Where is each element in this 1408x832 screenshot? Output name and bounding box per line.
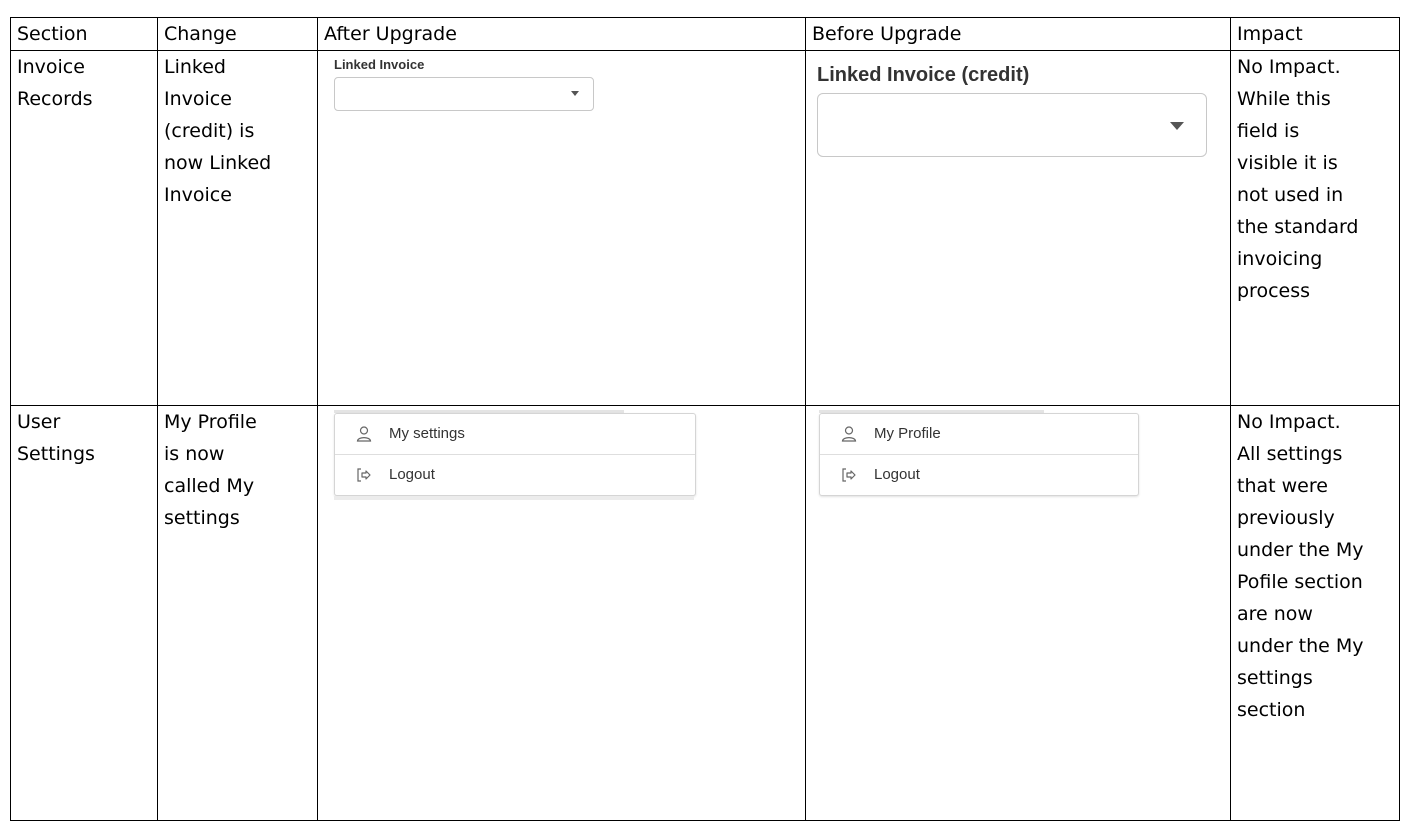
menu-item-my-settings[interactable]: My settings (335, 414, 695, 454)
table-row: Invoice Records Linked Invoice (credit) … (10, 50, 1400, 406)
menu-item-logout[interactable]: Logout (335, 454, 695, 495)
before-linked-invoice-screenshot: Linked Invoice (credit) (812, 63, 1224, 157)
impact-text: No Impact. While this field is visible i… (1237, 56, 1359, 302)
caret-down-icon (1170, 122, 1184, 130)
upgrade-changes-table: Section Change After Upgrade Before Upgr… (10, 17, 1400, 821)
row-before-upgrade: My Profile Logout (805, 405, 1231, 821)
row-change: My Profile is now called My settings (157, 405, 318, 821)
logout-icon (357, 468, 371, 482)
section-text: Invoice Records (17, 56, 93, 110)
linked-invoice-label: Linked Invoice (334, 57, 425, 72)
menu-item-logout[interactable]: Logout (820, 454, 1138, 495)
row-change: Linked Invoice (credit) is now Linked In… (157, 50, 318, 406)
header-row: Section Change After Upgrade Before Upgr… (10, 17, 1400, 51)
row-impact: No Impact. All settings that were previo… (1230, 405, 1400, 821)
section-text: User Settings (17, 411, 95, 465)
caret-down-icon (571, 91, 579, 96)
after-linked-invoice-screenshot: Linked Invoice (334, 57, 799, 111)
header-before-upgrade: Before Upgrade (805, 17, 1231, 51)
change-text: Linked Invoice (credit) is now Linked In… (164, 56, 272, 206)
logout-icon (842, 468, 856, 482)
before-user-menu-screenshot: My Profile Logout (819, 410, 1149, 496)
header-after-upgrade: After Upgrade (317, 17, 806, 51)
row-section: User Settings (10, 405, 158, 821)
linked-invoice-credit-select[interactable] (817, 93, 1207, 157)
linked-invoice-credit-label: Linked Invoice (credit) (817, 64, 1030, 86)
impact-text: No Impact. All settings that were previo… (1237, 411, 1364, 721)
menu-item-label: Logout (389, 466, 435, 483)
row-after-upgrade: My settings Logout (317, 405, 806, 821)
row-section: Invoice Records (10, 50, 158, 406)
row-impact: No Impact. While this field is visible i… (1230, 50, 1400, 406)
table-row: User Settings My Profile is now called M… (10, 405, 1400, 821)
user-icon (356, 426, 372, 442)
menu-item-label: My Profile (874, 425, 941, 442)
menu-divider (334, 496, 694, 500)
change-text: My Profile is now called My settings (164, 411, 257, 529)
header-change: Change (157, 17, 318, 51)
menu-item-label: My settings (389, 425, 465, 442)
row-before-upgrade: Linked Invoice (credit) (805, 50, 1231, 406)
header-impact: Impact (1230, 17, 1400, 51)
user-menu: My settings Logout (334, 413, 696, 496)
linked-invoice-select[interactable] (334, 77, 594, 111)
user-icon (841, 426, 857, 442)
menu-item-label: Logout (874, 466, 920, 483)
header-section: Section (10, 17, 158, 51)
menu-item-my-profile[interactable]: My Profile (820, 414, 1138, 454)
user-menu: My Profile Logout (819, 413, 1139, 496)
after-user-menu-screenshot: My settings Logout (334, 410, 696, 500)
row-after-upgrade: Linked Invoice (317, 50, 806, 406)
